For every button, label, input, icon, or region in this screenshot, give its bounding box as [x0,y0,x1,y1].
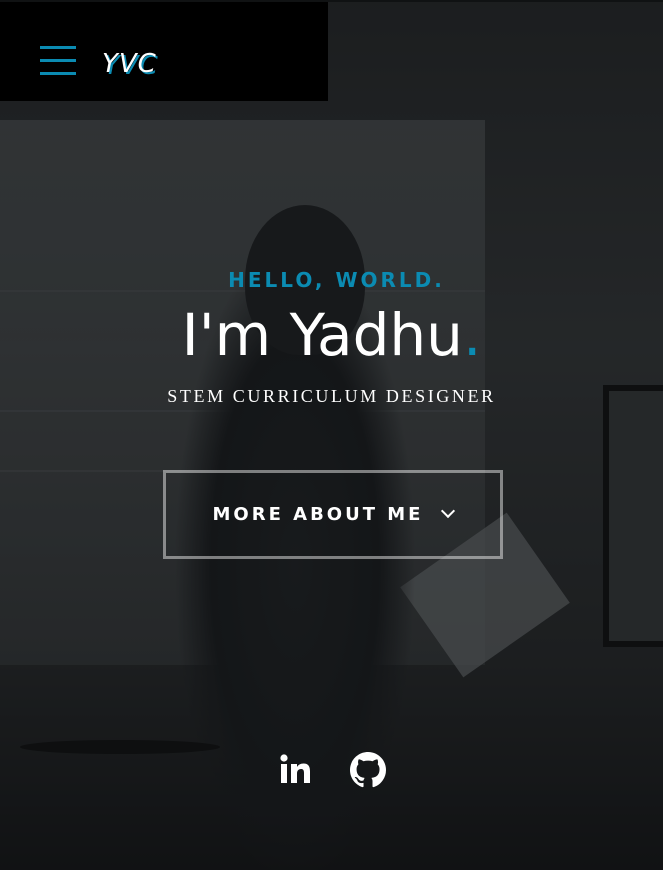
more-about-me-label: MORE ABOUT ME [212,504,424,525]
github-icon[interactable] [349,752,386,788]
name-text: I'm Yadhu [181,301,463,369]
dark-overlay [0,0,663,870]
site-header: YVC [0,2,328,101]
page-title: I'm Yadhu. [0,298,663,372]
chevron-down-icon [441,503,456,518]
role-text: STEM CURRICULUM DESIGNER [167,386,496,406]
social-links [0,752,663,788]
intro-block: HELLO, WORLD. I'm Yadhu. STEM CURRICULUM… [0,262,663,408]
hero-section: YVC HELLO, WORLD. I'm Yadhu. STEM CURRIC… [0,0,663,870]
linkedin-icon[interactable] [278,752,314,788]
greeting-text: HELLO, WORLD. [228,268,445,292]
name-dot: . [462,301,482,369]
site-logo[interactable]: YVC [102,46,157,82]
more-about-me-button[interactable]: MORE ABOUT ME [163,470,503,559]
hamburger-menu-icon[interactable] [40,46,76,78]
